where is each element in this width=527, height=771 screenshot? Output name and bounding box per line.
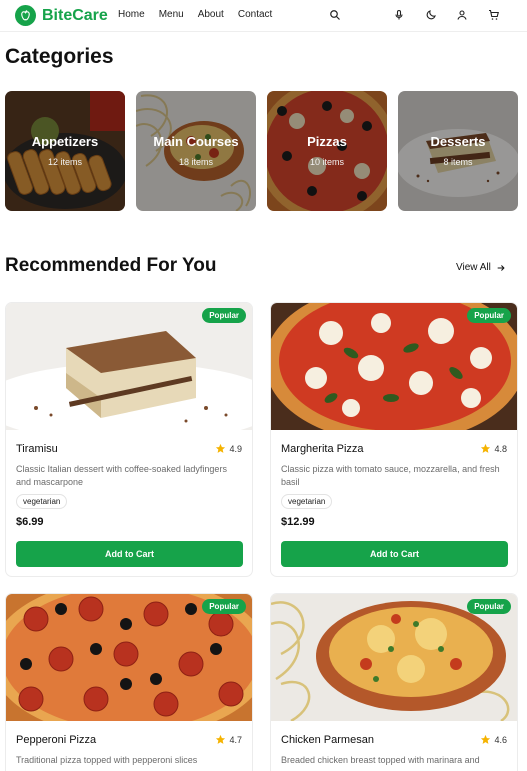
product-description: Classic Italian dessert with coffee-soak… bbox=[16, 464, 227, 487]
star-icon bbox=[216, 443, 226, 453]
product-price: $12.99 bbox=[281, 516, 315, 528]
top-navbar: BiteCare Home Menu About Contact bbox=[0, 0, 527, 32]
star-icon bbox=[481, 443, 491, 453]
view-all-link[interactable]: View All bbox=[456, 262, 506, 273]
add-to-cart-button[interactable]: Add to Cart bbox=[16, 541, 243, 567]
product-price: $6.99 bbox=[16, 516, 44, 528]
apple-icon bbox=[15, 5, 36, 26]
view-all-label: View All bbox=[456, 262, 491, 273]
brand-logo[interactable]: BiteCare bbox=[15, 5, 108, 26]
product-rating: 4.9 bbox=[215, 443, 242, 454]
product-name: Chicken Parmesan bbox=[281, 734, 374, 746]
recommended-heading: Recommended For You bbox=[5, 255, 217, 276]
product-name: Tiramisu bbox=[16, 443, 58, 455]
product-description: Classic pizza with tomato sauce, mozzare… bbox=[281, 464, 500, 487]
popular-badge: Popular bbox=[202, 308, 246, 323]
product-card-chicken-parmesan: Popular Chicken Parmesan 4.6 Breaded chi… bbox=[270, 593, 518, 771]
category-name: Main Courses bbox=[153, 134, 239, 149]
main-nav: Home Menu About Contact bbox=[118, 9, 286, 20]
nav-home[interactable]: Home bbox=[118, 9, 145, 20]
add-to-cart-button[interactable]: Add to Cart bbox=[281, 541, 508, 567]
category-count: 10 items bbox=[309, 157, 344, 167]
dietary-tag: vegetarian bbox=[16, 494, 68, 509]
product-description: Traditional pizza topped with pepperoni … bbox=[16, 755, 198, 765]
popular-badge: Popular bbox=[202, 599, 246, 614]
product-rating: 4.6 bbox=[480, 734, 507, 745]
product-card-margherita-pizza: Popular Margherita Pizza 4.8 Classic piz… bbox=[270, 302, 518, 577]
arrow-right-icon bbox=[497, 264, 505, 271]
category-name: Pizzas bbox=[307, 134, 347, 149]
nav-menu[interactable]: Menu bbox=[159, 9, 184, 20]
popular-badge: Popular bbox=[467, 308, 511, 323]
star-icon bbox=[216, 734, 226, 744]
rating-value: 4.9 bbox=[229, 443, 242, 454]
theme-moon-icon[interactable] bbox=[424, 8, 438, 22]
brand-name: BiteCare bbox=[42, 6, 108, 24]
popular-badge: Popular bbox=[467, 599, 511, 614]
product-card-tiramisu: Popular Tiramisu 4.9 Classic Italian des… bbox=[5, 302, 253, 577]
category-count: 8 items bbox=[443, 157, 473, 167]
product-rating: 4.7 bbox=[215, 734, 242, 745]
rating-value: 4.6 bbox=[494, 734, 507, 745]
mic-icon[interactable] bbox=[392, 8, 406, 22]
product-name: Pepperoni Pizza bbox=[16, 734, 97, 746]
category-card-desserts[interactable]: Desserts 8 items bbox=[398, 91, 518, 211]
cart-icon[interactable] bbox=[487, 8, 501, 22]
nav-about[interactable]: About bbox=[198, 9, 224, 20]
rating-value: 4.7 bbox=[229, 734, 242, 745]
category-name: Appetizers bbox=[31, 134, 99, 149]
search-icon[interactable] bbox=[328, 8, 342, 22]
product-name: Margherita Pizza bbox=[281, 443, 364, 455]
categories-heading: Categories bbox=[5, 45, 114, 68]
product-description: Breaded chicken breast topped with marin… bbox=[281, 755, 480, 765]
category-count: 18 items bbox=[178, 157, 213, 167]
category-card-main-courses[interactable]: Main Courses 18 items bbox=[136, 91, 256, 211]
star-icon bbox=[481, 734, 491, 744]
category-count: 12 items bbox=[47, 157, 82, 167]
nav-contact[interactable]: Contact bbox=[238, 9, 272, 20]
dietary-tag: vegetarian bbox=[281, 494, 333, 509]
category-card-appetizers[interactable]: Appetizers 12 items bbox=[5, 91, 125, 211]
rating-value: 4.8 bbox=[494, 443, 507, 454]
user-icon[interactable] bbox=[455, 8, 469, 22]
product-rating: 4.8 bbox=[480, 443, 507, 454]
product-card-pepperoni-pizza: Popular Pepperoni Pizza 4.7 Traditional … bbox=[5, 593, 253, 771]
category-card-pizzas[interactable]: Pizzas 10 items bbox=[267, 91, 387, 211]
category-name: Desserts bbox=[430, 134, 486, 149]
